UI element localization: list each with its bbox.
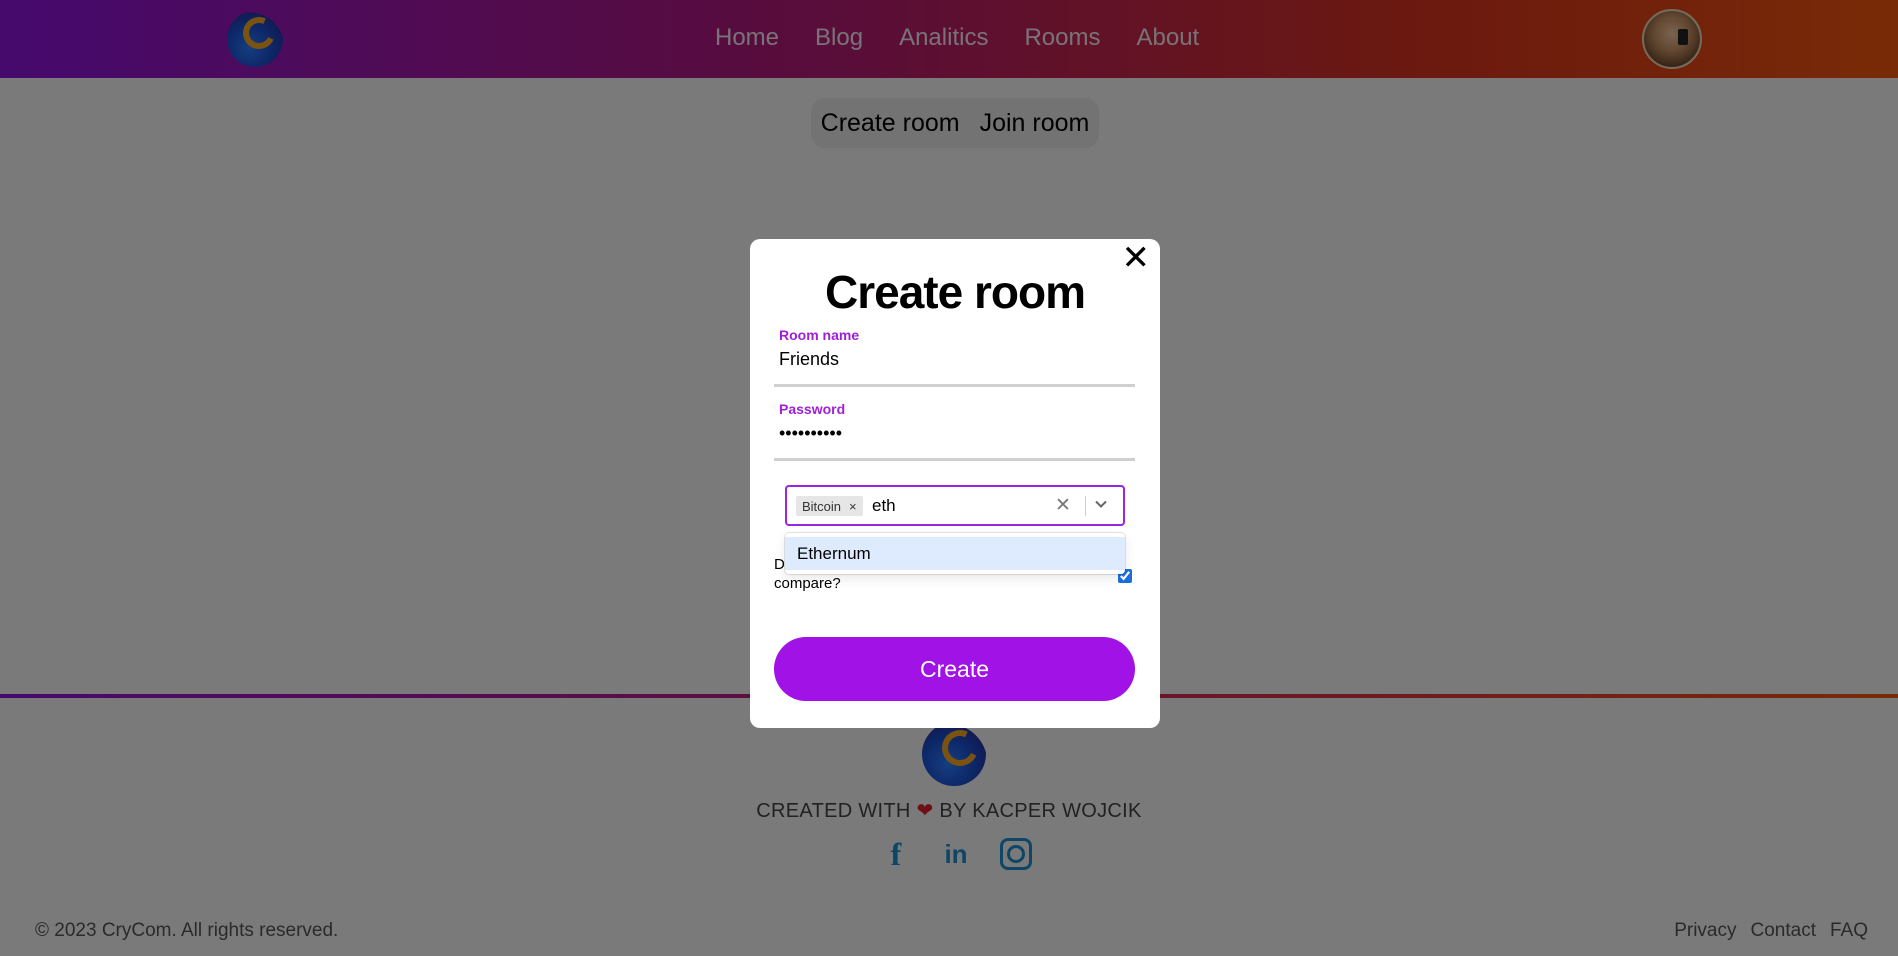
room-name-input[interactable] — [779, 349, 1119, 370]
password-label: Password — [779, 401, 846, 417]
room-name-label: Room name — [779, 327, 860, 343]
coin-option[interactable]: Ethernum — [785, 537, 1125, 570]
room-name-field: Room name — [774, 327, 1135, 387]
password-field: Password — [774, 401, 1135, 461]
coin-chip: Bitcoin × — [796, 496, 863, 516]
clear-icon[interactable]: ✕ — [1055, 494, 1071, 517]
coin-search-input[interactable] — [872, 496, 1022, 516]
coin-multiselect[interactable]: Bitcoin × ✕ — [785, 485, 1125, 526]
modal-title: Create room — [825, 266, 1086, 318]
chip-remove-icon[interactable]: × — [845, 499, 863, 514]
chevron-down-icon[interactable] — [1095, 498, 1107, 510]
create-room-modal: ✕ Create room Room name Password D compa… — [750, 239, 1160, 728]
select-divider — [1085, 496, 1086, 516]
password-input[interactable] — [779, 423, 1119, 444]
coin-dropdown-menu: Ethernum — [785, 533, 1125, 574]
coin-chip-label: Bitcoin — [802, 498, 842, 514]
create-button[interactable]: Create — [774, 637, 1135, 701]
